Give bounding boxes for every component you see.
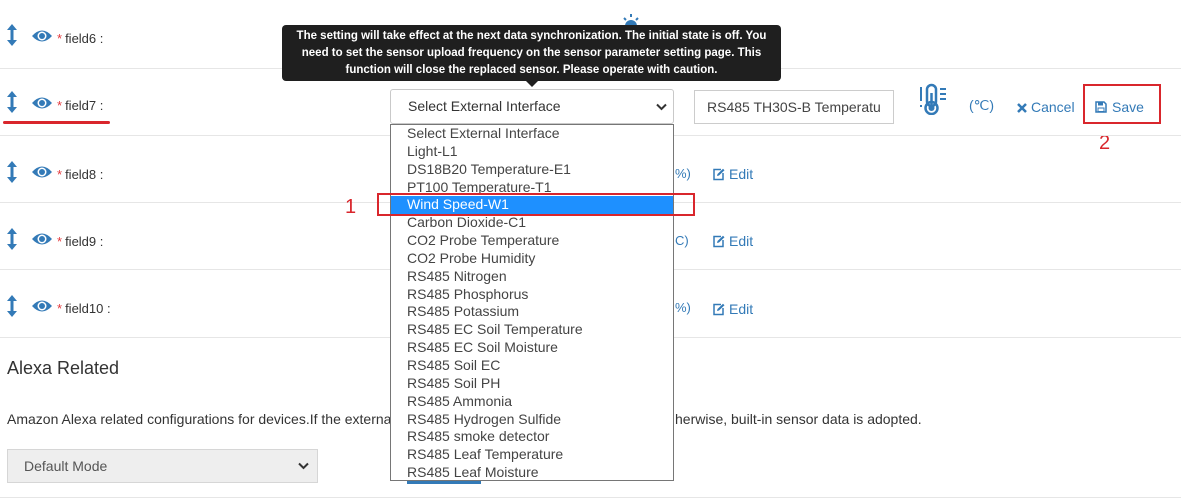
dropdown-option[interactable]: RS485 EC Soil Moisture <box>391 339 673 357</box>
dropdown-option[interactable]: RS485 Ammonia <box>391 393 673 411</box>
dropdown-option[interactable]: RS485 Nitrogen <box>391 268 673 286</box>
vertical-resize-icon[interactable] <box>6 228 18 250</box>
edit-icon <box>713 168 725 181</box>
eye-icon[interactable] <box>31 164 53 180</box>
edit-button[interactable]: Edit <box>712 166 753 182</box>
dropdown-option[interactable]: Light-L1 <box>391 143 673 161</box>
dropdown-option[interactable]: RS485 Soil EC <box>391 357 673 375</box>
tooltip: The setting will take effect at the next… <box>282 25 781 87</box>
required-mark: * <box>57 31 63 46</box>
dropdown-option[interactable]: RS485 Leaf Moisture <box>391 464 673 480</box>
field-name: field9 <box>65 234 97 249</box>
dropdown-option[interactable]: RS485 Leaf Temperature <box>391 446 673 464</box>
field-label: * field6 : <box>57 31 104 46</box>
edit-icon <box>713 235 725 248</box>
save-highlight-box <box>1083 84 1161 124</box>
dropdown-option[interactable]: DS18B20 Temperature-E1 <box>391 161 673 179</box>
annotation-underline <box>3 121 110 124</box>
cancel-button[interactable]: Cancel <box>1017 99 1075 115</box>
field-label: * field10 : <box>57 301 111 316</box>
sensor-name-input[interactable]: RS485 TH30S-B Temperatu <box>694 90 894 124</box>
dropdown-option[interactable]: RS485 Phosphorus <box>391 286 673 304</box>
unit-label: (℃) <box>969 97 995 113</box>
bottom-divider <box>0 497 1181 498</box>
thermometer-icon <box>920 83 946 115</box>
vertical-resize-icon[interactable] <box>6 24 18 46</box>
dropdown-option[interactable]: CO2 Probe Temperature <box>391 232 673 250</box>
required-mark: * <box>57 301 63 316</box>
dropdown-option[interactable]: Select External Interface <box>391 125 673 143</box>
eye-icon[interactable] <box>31 298 53 314</box>
unit-fragment: %) <box>675 300 691 315</box>
chevron-down-icon <box>656 103 667 111</box>
unit-fragment: %) <box>675 166 691 181</box>
dropdown-option[interactable]: RS485 Soil PH <box>391 375 673 393</box>
dropdown-option[interactable]: RS485 Potassium <box>391 303 673 321</box>
external-interface-options[interactable]: Select External Interface Light-L1 DS18B20… <box>390 124 674 481</box>
field-label: * field7 : <box>57 98 104 113</box>
edit-icon <box>713 303 725 316</box>
eye-icon[interactable] <box>31 95 53 111</box>
alexa-description-right: herwise, built-in sensor data is adopted… <box>675 411 922 427</box>
chevron-down-icon <box>298 462 309 470</box>
option-highlight-box <box>377 193 695 216</box>
partially-hidden-button[interactable] <box>407 481 481 484</box>
eye-icon[interactable] <box>31 28 53 44</box>
required-mark: * <box>57 98 63 113</box>
vertical-resize-icon[interactable] <box>6 295 18 317</box>
vertical-resize-icon[interactable] <box>6 161 18 183</box>
field-name: field8 <box>65 167 97 182</box>
field-label: * field9 : <box>57 234 104 249</box>
field-label: * field8 : <box>57 167 104 182</box>
unit-fragment: C) <box>675 233 689 248</box>
close-icon <box>1017 103 1027 113</box>
vertical-resize-icon[interactable] <box>6 91 18 113</box>
required-mark: * <box>57 167 63 182</box>
field-name: field10 <box>65 301 104 316</box>
dropdown-option[interactable]: RS485 EC Soil Temperature <box>391 321 673 339</box>
alexa-mode-select[interactable]: Default Mode <box>7 449 318 483</box>
eye-icon[interactable] <box>31 231 53 247</box>
annotation-step-1: 1 <box>345 196 357 218</box>
dropdown-option[interactable]: RS485 smoke detector <box>391 428 673 446</box>
section-title: Alexa Related <box>7 358 120 378</box>
required-mark: * <box>57 234 63 249</box>
dropdown-option[interactable]: CO2 Probe Humidity <box>391 250 673 268</box>
select-value: Select External Interface <box>408 98 561 114</box>
dropdown-option[interactable]: Carbon Dioxide-C1 <box>391 214 673 232</box>
field-name: field7 <box>65 98 97 113</box>
alexa-description-left: Amazon Alexa related configurations for … <box>7 411 392 427</box>
field-name: field6 <box>65 31 97 46</box>
sun-icon <box>623 14 639 26</box>
edit-button[interactable]: Edit <box>712 301 753 317</box>
external-interface-select[interactable]: Select External Interface <box>390 89 674 124</box>
dropdown-option[interactable]: RS485 Hydrogen Sulfide <box>391 411 673 429</box>
edit-button[interactable]: Edit <box>712 233 753 249</box>
